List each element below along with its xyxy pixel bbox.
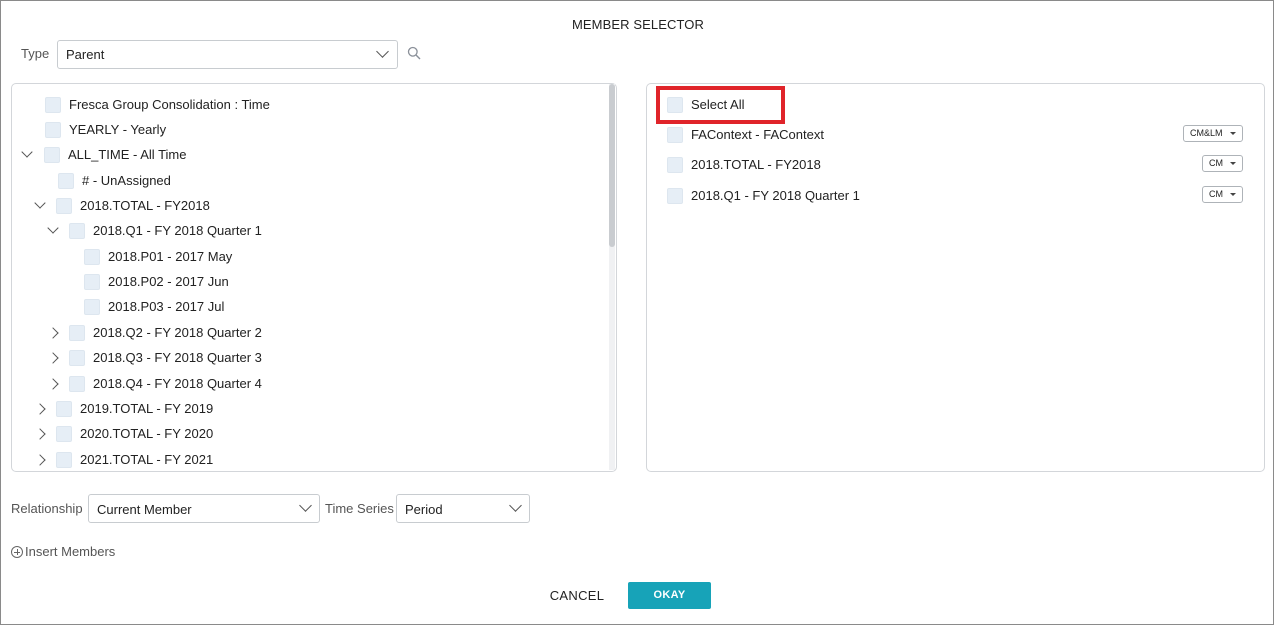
- chevron-down-icon[interactable]: [47, 222, 59, 234]
- tree-row[interactable]: 2020.TOTAL - FY 2020: [1, 423, 601, 445]
- chevron-right-icon[interactable]: [34, 428, 46, 440]
- tree-row[interactable]: 2021.TOTAL - FY 2021: [1, 449, 601, 471]
- tree-row[interactable]: 2018.P02 - 2017 Jun: [1, 271, 601, 293]
- tree-row-checkbox[interactable]: [69, 350, 85, 366]
- context-dropdown-button[interactable]: CM: [1202, 186, 1243, 203]
- chevron-right-icon[interactable]: [47, 327, 59, 339]
- tree-row-checkbox[interactable]: [56, 426, 72, 442]
- member-selector-dialog: MEMBER SELECTOR Type Parent Fresca Group…: [0, 0, 1274, 625]
- tree-row[interactable]: 2018.P01 - 2017 May: [1, 246, 601, 268]
- tree-row[interactable]: Fresca Group Consolidation : Time: [1, 94, 601, 116]
- tree-row[interactable]: 2018.Q2 - FY 2018 Quarter 2: [1, 322, 601, 344]
- selected-member-label: 2018.TOTAL - FY2018: [691, 157, 821, 172]
- context-dropdown-button[interactable]: CM&LM: [1183, 125, 1243, 142]
- tree-row-checkbox[interactable]: [69, 223, 85, 239]
- okay-button[interactable]: OKAY: [628, 582, 711, 609]
- tree-row-label: 2020.TOTAL - FY 2020: [80, 426, 214, 441]
- caret-down-icon: [1230, 193, 1236, 196]
- selected-member-label: FAContext - FAContext: [691, 127, 824, 142]
- tree-row[interactable]: 2018.Q1 - FY 2018 Quarter 1: [1, 220, 601, 242]
- context-dropdown-label: CM: [1209, 189, 1223, 199]
- tree-row-label: ALL_TIME - All Time: [68, 147, 187, 162]
- tree-row[interactable]: # - UnAssigned: [1, 170, 601, 192]
- chevron-right-icon[interactable]: [34, 454, 46, 466]
- dialog-title: MEMBER SELECTOR: [571, 17, 704, 32]
- tree-row-checkbox[interactable]: [84, 249, 100, 265]
- selected-member-checkbox[interactable]: [667, 127, 683, 143]
- tree-row[interactable]: ALL_TIME - All Time: [1, 144, 601, 166]
- tree-row-label: 2018.TOTAL - FY2018: [80, 198, 210, 213]
- selected-member-row[interactable]: FAContext - FAContext: [667, 124, 967, 146]
- tree-row[interactable]: YEARLY - Yearly: [1, 119, 601, 141]
- tree-row-checkbox[interactable]: [56, 198, 72, 214]
- tree-row-checkbox[interactable]: [56, 452, 72, 468]
- tree-scrollbar-thumb[interactable]: [609, 84, 615, 247]
- caret-down-icon: [1230, 132, 1236, 135]
- tree-row-label: 2018.P02 - 2017 Jun: [108, 274, 229, 289]
- chevron-right-icon[interactable]: [47, 352, 59, 364]
- tree-row-checkbox[interactable]: [58, 173, 74, 189]
- chevron-down-icon: [299, 499, 312, 512]
- chevron-right-icon[interactable]: [47, 378, 59, 390]
- relationship-select-value: Current Member: [97, 502, 192, 517]
- insert-members-label: Insert Members: [25, 544, 116, 559]
- tree-row-label: 2018.Q3 - FY 2018 Quarter 3: [93, 350, 262, 365]
- tree-row-label: YEARLY - Yearly: [69, 122, 167, 137]
- type-select-value: Parent: [66, 47, 105, 62]
- search-icon[interactable]: [407, 46, 421, 60]
- tree-row-label: Fresca Group Consolidation : Time: [69, 97, 270, 112]
- context-dropdown-label: CM&LM: [1190, 128, 1223, 138]
- tree-row-checkbox[interactable]: [45, 97, 61, 113]
- tree-row[interactable]: 2018.Q4 - FY 2018 Quarter 4: [1, 373, 601, 395]
- time-series-select-value: Period: [405, 502, 443, 517]
- selected-member-checkbox[interactable]: [667, 157, 683, 173]
- tree-row-label: # - UnAssigned: [82, 173, 171, 188]
- tree-row-label: 2019.TOTAL - FY 2019: [80, 401, 214, 416]
- tree-row[interactable]: 2018.Q3 - FY 2018 Quarter 3: [1, 347, 601, 369]
- selected-member-row[interactable]: 2018.TOTAL - FY2018: [667, 154, 967, 176]
- cancel-button[interactable]: CANCEL: [537, 583, 617, 609]
- tree-row[interactable]: 2018.P03 - 2017 Jul: [1, 296, 601, 318]
- context-dropdown-button[interactable]: CM: [1202, 155, 1243, 172]
- tree-row-label: 2018.P01 - 2017 May: [108, 249, 233, 264]
- tree-row-checkbox[interactable]: [45, 122, 61, 138]
- tree-row-checkbox[interactable]: [69, 325, 85, 341]
- select-all-highlight: [656, 86, 785, 124]
- caret-down-icon: [1230, 162, 1236, 165]
- relationship-label: Relationship: [11, 501, 83, 516]
- type-label: Type: [21, 46, 50, 61]
- tree-row[interactable]: 2019.TOTAL - FY 2019: [1, 398, 601, 420]
- chevron-down-icon[interactable]: [34, 197, 46, 209]
- tree-row-checkbox[interactable]: [84, 274, 100, 290]
- insert-members-link[interactable]: Insert Members: [11, 544, 115, 559]
- chevron-down-icon: [376, 45, 389, 58]
- tree-row-label: 2018.Q2 - FY 2018 Quarter 2: [93, 325, 262, 340]
- context-dropdown-label: CM: [1209, 158, 1223, 168]
- chevron-down-icon[interactable]: [21, 146, 33, 158]
- plus-circle-icon: [11, 546, 23, 558]
- tree-row-checkbox[interactable]: [44, 147, 60, 163]
- tree-row-checkbox[interactable]: [69, 376, 85, 392]
- tree-row-label: 2021.TOTAL - FY 2021: [80, 452, 214, 467]
- selected-member-label: 2018.Q1 - FY 2018 Quarter 1: [691, 188, 860, 203]
- chevron-down-icon: [509, 499, 522, 512]
- tree-row-checkbox[interactable]: [84, 299, 100, 315]
- time-series-label: Time Series: [325, 501, 394, 516]
- tree-row-checkbox[interactable]: [56, 401, 72, 417]
- time-series-select[interactable]: Period: [396, 494, 530, 523]
- type-select[interactable]: Parent: [57, 40, 398, 69]
- tree-row-label: 2018.P03 - 2017 Jul: [108, 299, 225, 314]
- selected-member-row[interactable]: 2018.Q1 - FY 2018 Quarter 1: [667, 185, 967, 207]
- tree-row-label: 2018.Q4 - FY 2018 Quarter 4: [93, 376, 262, 391]
- chevron-right-icon[interactable]: [34, 403, 46, 415]
- tree-row-label: 2018.Q1 - FY 2018 Quarter 1: [93, 223, 262, 238]
- tree-row[interactable]: 2018.TOTAL - FY2018: [1, 195, 601, 217]
- selected-member-checkbox[interactable]: [667, 188, 683, 204]
- relationship-select[interactable]: Current Member: [88, 494, 320, 523]
